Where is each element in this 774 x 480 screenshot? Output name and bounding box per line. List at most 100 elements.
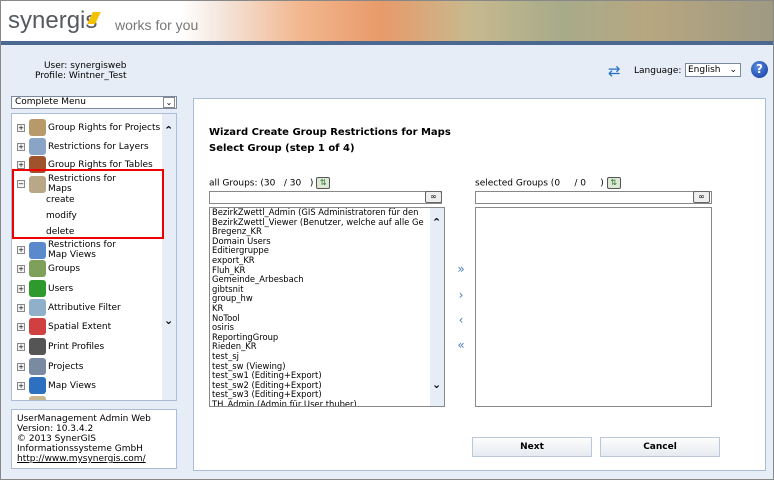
scroll-up-icon[interactable]: ⌃ (164, 124, 173, 137)
profile-label: Profile: (35, 71, 67, 81)
binoculars-icon[interactable]: ∞ (425, 191, 442, 203)
expand-icon[interactable]: + (17, 342, 25, 351)
selected-groups-header: selected Groups (0 / 0 ) ⇅ (475, 177, 621, 189)
move-left-icon[interactable]: ‹ (453, 313, 469, 327)
list-scrollbar[interactable]: ⌃ ⌄ (430, 208, 444, 406)
app-name: UserManagement Admin Web (17, 414, 151, 424)
tree-item-label: Projects (48, 361, 84, 372)
list-item[interactable]: Rieden_KR (210, 342, 444, 352)
wizard-title: Wizard Create Group Restrictions for Map… (209, 125, 451, 157)
refresh-icon[interactable]: ⇄ (608, 62, 621, 80)
tree-item-label: Users (48, 283, 74, 294)
language-label: Language: (634, 66, 682, 76)
menu-select[interactable]: Complete Menu ⌄ (11, 96, 177, 109)
tree-item-label: Group Rights for Projects (48, 122, 161, 133)
tree-item-icon (29, 318, 46, 335)
sort-icon[interactable]: ⇅ (606, 177, 621, 189)
tree-item-label: Attributive Filter (48, 302, 121, 313)
tree-item-icon (29, 280, 46, 297)
tree-item-label: Spatial Extent (48, 321, 112, 332)
tree-item[interactable]: + Users (17, 280, 73, 297)
tree-item[interactable]: + Maps (17, 396, 72, 402)
wizard-heading: Wizard Create Group Restrictions for Map… (209, 127, 451, 138)
expand-icon[interactable]: + (17, 142, 25, 151)
scroll-down-icon[interactable]: ⌄ (432, 378, 441, 391)
expand-icon[interactable]: + (17, 264, 25, 273)
tree-item-label: Map Views (48, 380, 96, 391)
tree-item[interactable]: + Group Rights for Projects (17, 119, 160, 136)
tree-item[interactable]: + Projects (17, 358, 83, 375)
selected-groups-search-input[interactable] (475, 191, 712, 204)
list-item[interactable]: KR (210, 303, 444, 314)
all-groups-header: all Groups: (30 / 30 ) ⇅ (209, 177, 331, 189)
list-item[interactable]: Gemeinde_Arbesbach (210, 275, 444, 285)
scroll-up-icon[interactable]: ⌃ (432, 216, 441, 229)
user-label: User: (43, 61, 68, 71)
list-item[interactable]: TH_Admin (Admin für User thuber) (210, 399, 444, 406)
tree-item[interactable]: + Map Views (17, 377, 96, 394)
tree-item-label: Restrictions for Map Views (48, 240, 116, 260)
highlight-box (12, 169, 164, 239)
expand-icon[interactable]: + (17, 381, 25, 390)
expand-icon[interactable]: + (17, 401, 25, 402)
tree-item-label: Group Rights for Tables (48, 159, 153, 170)
menu-tree: + Group Rights for Projects + Restrictions … (11, 113, 177, 401)
tree-item-icon (29, 377, 46, 394)
chevron-down-icon: ⌄ (729, 65, 737, 75)
all-groups-count: all Groups: (30 / 30 ) (209, 178, 314, 189)
version: Version: 10.3.4.2 (17, 424, 94, 434)
selected-groups-count: selected Groups (0 / 0 ) (475, 178, 604, 189)
tree-item[interactable]: + Spatial Extent (17, 318, 111, 335)
company: Informationssysteme GmbH (17, 444, 143, 454)
tree-item-icon (29, 396, 46, 400)
sort-icon[interactable]: ⇅ (316, 177, 331, 189)
tree-item-icon (29, 260, 46, 277)
about-info: UserManagement Admin Web Version: 10.3.4… (11, 409, 177, 469)
header-banner: synergis works for you (1, 1, 773, 41)
tree-item[interactable]: + Attributive Filter (17, 299, 121, 316)
copyright: © 2013 SynerGIS (17, 434, 96, 444)
language-select[interactable]: English ⌄ (685, 63, 741, 77)
tree-item-label: Groups (48, 263, 81, 274)
expand-icon[interactable]: + (17, 123, 25, 132)
website-link[interactable]: http://www.mysynergis.com/ (17, 454, 146, 464)
tree-item[interactable]: + Restrictions for Layers (17, 138, 149, 155)
user-value: synergisweb (70, 61, 127, 71)
expand-icon[interactable]: + (17, 322, 25, 331)
move-all-right-icon[interactable]: » (453, 262, 469, 276)
wizard-step: Select Group (step 1 of 4) (209, 143, 355, 154)
tree-scrollbar[interactable]: ⌃ ⌄ (162, 114, 176, 400)
list-item[interactable]: group_hw (210, 294, 444, 304)
language-value: English (688, 65, 721, 75)
help-icon[interactable]: ? (751, 61, 768, 78)
move-right-icon[interactable]: › (453, 288, 469, 302)
menu-select-value: Complete Menu (15, 97, 86, 107)
list-item[interactable]: NoTool (210, 313, 444, 324)
tree-item[interactable]: + Restrictions for Map Views (17, 240, 136, 260)
expand-icon[interactable]: + (17, 284, 25, 293)
all-groups-search-input[interactable] (209, 191, 442, 204)
move-all-left-icon[interactable]: « (453, 338, 469, 352)
expand-icon[interactable]: + (17, 246, 25, 254)
tree-item[interactable]: + Print Profiles (17, 338, 104, 355)
tree-item-icon (29, 358, 46, 375)
binoculars-icon[interactable]: ∞ (693, 191, 710, 203)
expand-icon[interactable]: + (17, 303, 25, 312)
tree-item-icon (29, 119, 46, 136)
all-groups-list[interactable]: BezirkZwettl_Admin (GIS Administratoren … (209, 207, 445, 407)
tree-item-icon (29, 338, 46, 355)
list-item[interactable]: export_KR (210, 255, 444, 266)
selected-groups-list[interactable] (475, 207, 712, 407)
tree-item-icon (29, 299, 46, 316)
expand-icon[interactable]: + (17, 362, 25, 371)
tree-item-label: Print Profiles (48, 341, 105, 352)
tagline: works for you (115, 17, 199, 33)
tree-item-icon (29, 138, 46, 155)
scroll-down-icon[interactable]: ⌄ (164, 314, 173, 327)
next-button[interactable]: Next (472, 437, 592, 457)
tree-item-label: Restrictions for Layers (48, 141, 149, 152)
expand-icon[interactable]: + (17, 160, 25, 169)
cancel-button[interactable]: Cancel (600, 437, 720, 457)
tree-item[interactable]: + Groups (17, 260, 80, 277)
tree-item-label: Maps (48, 400, 72, 401)
